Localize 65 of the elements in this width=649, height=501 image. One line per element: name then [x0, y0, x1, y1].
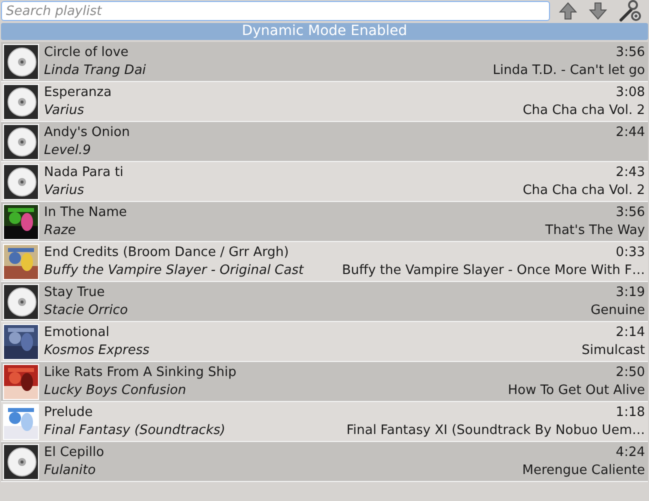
- track-length: 0:33: [616, 244, 645, 261]
- track-title: Prelude: [44, 404, 93, 421]
- track-title: El Cepillo: [44, 444, 104, 461]
- search-field[interactable]: Search playlist: [1, 1, 550, 21]
- track-artist: Lucky Boys Confusion: [44, 382, 186, 399]
- track-title: Circle of love: [44, 44, 129, 61]
- track-artist: Level.9: [44, 142, 91, 159]
- track-title: Andy's Onion: [44, 124, 130, 141]
- track-album: Genuine: [590, 302, 645, 319]
- track-length: 1:18: [616, 404, 645, 421]
- track-album: Final Fantasy XI (Soundtrack By Nobuo Uem…: [346, 422, 645, 439]
- playlist-row[interactable]: In The Name 3:56 Raze That's The Way: [1, 202, 648, 242]
- track-length: 2:50: [616, 364, 645, 381]
- track-artist: Kosmos Express: [44, 342, 150, 359]
- cd-icon: [3, 164, 39, 200]
- track-length: 2:43: [616, 164, 645, 181]
- playlist-row[interactable]: End Credits (Broom Dance / Grr Argh) 0:33 Buffy the Vampire Slayer - Original Cast Buffy the Vampire Slayer - Once More With F…: [1, 242, 648, 282]
- track-title: End Credits (Broom Dance / Grr Argh): [44, 244, 289, 261]
- track-album: Cha Cha cha Vol. 2: [522, 102, 645, 119]
- track-length: 3:08: [616, 84, 645, 101]
- track-album: Merengue Caliente: [522, 462, 645, 479]
- playlist-row[interactable]: Circle of love 3:56 Linda Trang Dai Linda T.D. - Can't let go: [1, 42, 648, 82]
- up-arrow-icon[interactable]: [558, 1, 578, 21]
- track-length: 3:56: [616, 204, 645, 221]
- track-length: 2:14: [616, 324, 645, 341]
- playlist-row[interactable]: Like Rats From A Sinking Ship 2:50 Lucky Boys Confusion How To Get Out Alive: [1, 362, 648, 402]
- cd-icon: [3, 84, 39, 120]
- track-artist: Varius: [44, 102, 84, 119]
- playlist-row[interactable]: Emotional 2:14 Kosmos Express Simulcast: [1, 322, 648, 362]
- cd-icon: [3, 124, 39, 160]
- track-artist: Varius: [44, 182, 84, 199]
- track-length: 2:44: [616, 124, 645, 141]
- track-artist: Stacie Orrico: [44, 302, 128, 319]
- track-title: Esperanza: [44, 84, 112, 101]
- playlist-row[interactable]: Esperanza 3:08 Varius Cha Cha cha Vol. 2: [1, 82, 648, 122]
- playlist-row[interactable]: Prelude 1:18 Final Fantasy (Soundtracks) Final Fantasy XI (Soundtrack By Nobuo Uem…: [1, 402, 648, 442]
- track-title: Like Rats From A Sinking Ship: [44, 364, 236, 381]
- playlist-row[interactable]: Stay True 3:19 Stacie Orrico Genuine: [1, 282, 648, 322]
- track-title: Stay True: [44, 284, 105, 301]
- tools-icon[interactable]: [618, 0, 642, 23]
- track-artist: Fulanito: [44, 462, 96, 479]
- cd-icon: [3, 44, 39, 80]
- playlist-row[interactable]: El Cepillo 4:24 Fulanito Merengue Caliente: [1, 442, 648, 482]
- track-title: In The Name: [44, 204, 127, 221]
- status-banner: Dynamic Mode Enabled: [1, 23, 648, 40]
- track-album: Linda T.D. - Can't let go: [492, 62, 645, 79]
- playlist-row[interactable]: Nada Para ti 2:43 Varius Cha Cha cha Vol. 2: [1, 162, 648, 202]
- track-artist: Linda Trang Dai: [44, 62, 146, 79]
- track-album: Cha Cha cha Vol. 2: [522, 182, 645, 199]
- cd-icon: [3, 444, 39, 480]
- track-title: Emotional: [44, 324, 110, 341]
- track-title: Nada Para ti: [44, 164, 124, 181]
- cd-icon: [3, 284, 39, 320]
- track-album: That's The Way: [545, 222, 645, 239]
- track-length: 4:24: [616, 444, 645, 461]
- track-album: Simulcast: [582, 342, 645, 359]
- track-artist: Final Fantasy (Soundtracks): [44, 422, 226, 439]
- track-album: How To Get Out Alive: [508, 382, 645, 399]
- track-length: 3:19: [616, 284, 645, 301]
- track-album: Buffy the Vampire Slayer - Once More With F…: [342, 262, 645, 279]
- track-artist: Raze: [44, 222, 76, 239]
- down-arrow-icon[interactable]: [588, 1, 608, 21]
- playlist-row[interactable]: Andy's Onion 2:44 Level.9: [1, 122, 648, 162]
- track-length: 3:56: [616, 44, 645, 61]
- track-artist: Buffy the Vampire Slayer - Original Cast: [44, 262, 304, 279]
